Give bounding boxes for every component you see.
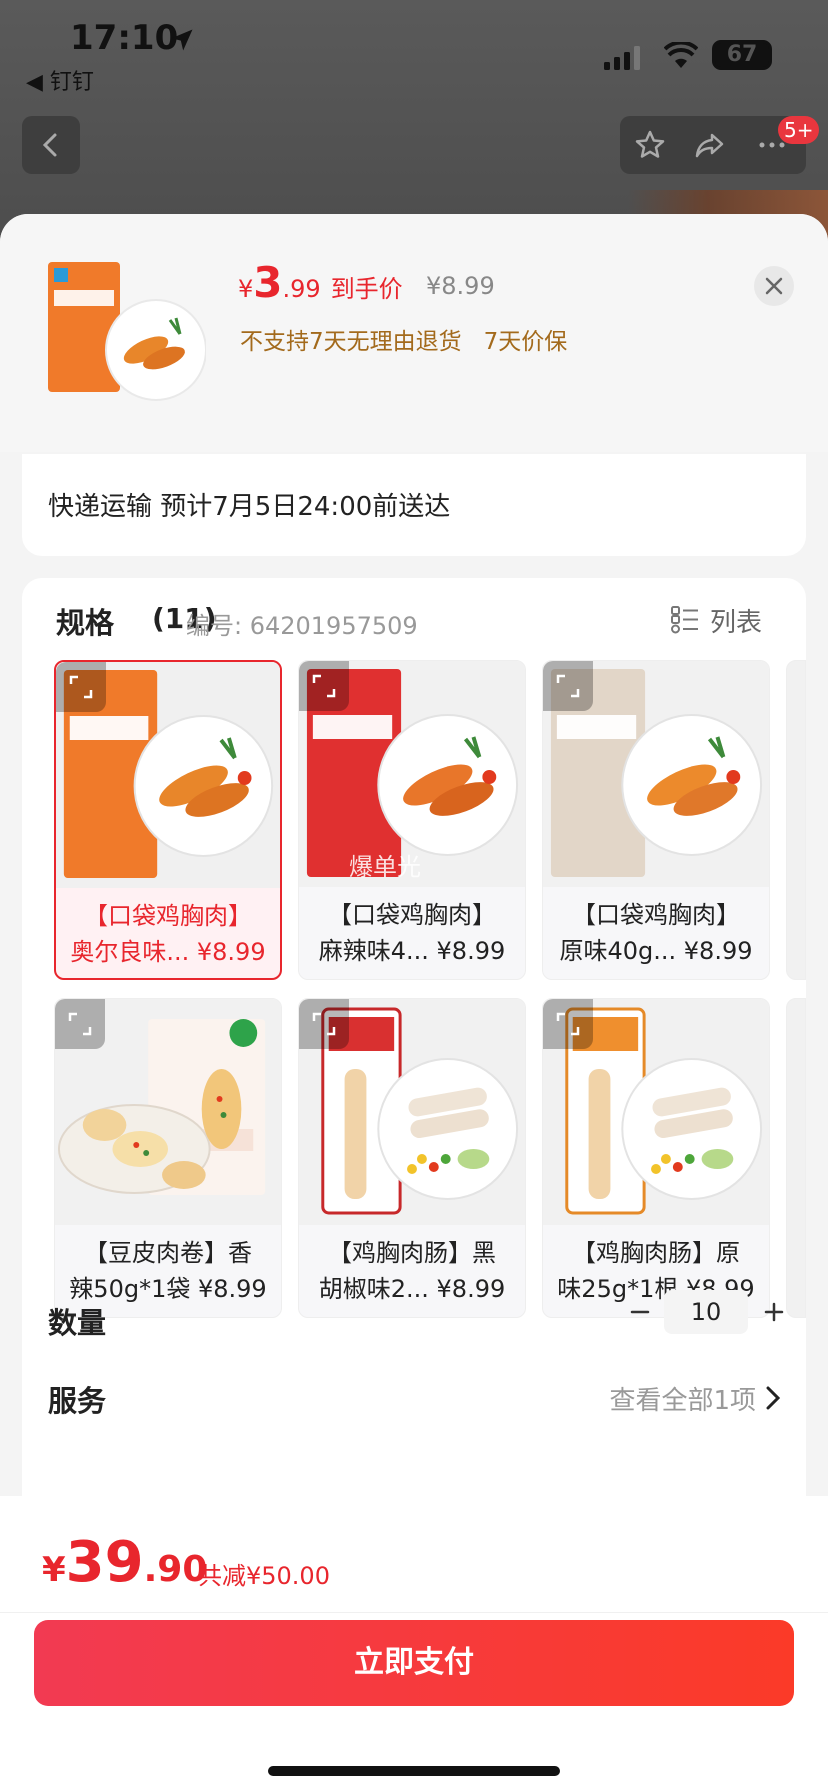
list-icon (671, 606, 698, 634)
status-bar: 17:10 ◀ 钉钉 67 (0, 0, 828, 100)
spec-title: 规格 (56, 606, 115, 640)
delivery-info-card: 快递运输 预计7月5日24:00前送达 (22, 454, 806, 556)
sku-label-line1: 【口袋鸡胸肉】 (328, 901, 496, 929)
product-header: ¥3.99 到手价 ¥8.99 不支持7天无理由退货 7天价保 (0, 214, 828, 452)
sku-label: 【口袋鸡胸肉】 原味40g... ¥8.99 (551, 897, 761, 969)
expand-image-button[interactable] (299, 661, 349, 711)
divider (0, 1612, 828, 1613)
price-integer: 3 (253, 258, 283, 307)
product-thumbnail (48, 262, 206, 401)
sku-label-line2: 胡椒味2... ¥8.99 (318, 1275, 506, 1303)
wifi-icon (664, 42, 698, 68)
chevron-left-icon (42, 133, 57, 157)
sku-label-line2: 麻辣味4... ¥8.99 (318, 937, 506, 965)
sku-option-2[interactable]: 【口袋鸡胸肉】 原味40g... ¥8.99 (542, 660, 770, 980)
total-price: ¥39.90 (42, 1530, 207, 1595)
status-time: 17:10 (70, 18, 179, 58)
expand-image-button[interactable] (543, 661, 593, 711)
expand-icon (556, 674, 580, 698)
sku-label-line2: 奥尔良味... ¥8.99 (70, 938, 266, 966)
location-arrow-icon (171, 29, 193, 51)
service-label: 服务 (48, 1384, 107, 1418)
original-price: ¥8.99 (426, 272, 495, 300)
sku-label: 【口袋鸡胸肉】 麻辣味4... ¥8.99 (307, 897, 517, 969)
close-icon (765, 277, 783, 295)
checkout-bar: ¥39.90 共减¥50.00 立即支付 (0, 1496, 828, 1792)
sku-option-3[interactable]: 【豆皮肉卷】香 辣50g*1袋 ¥8.99 (54, 998, 282, 1318)
battery-icon: 67 (712, 40, 772, 70)
price-decimal: .99 (282, 275, 321, 303)
price-line: ¥3.99 到手价 (238, 258, 403, 307)
expand-icon (312, 1012, 336, 1036)
discount-amount: 共减¥50.00 (198, 1562, 330, 1590)
back-to-app-link[interactable]: ◀ 钉钉 (26, 64, 94, 96)
expand-image-button[interactable] (55, 999, 105, 1049)
close-button[interactable] (754, 266, 794, 306)
list-view-label: 列表 (710, 608, 763, 638)
image-watermark: 爆单光 (349, 853, 421, 881)
quantity-decrease-button[interactable] (618, 1290, 662, 1334)
cellular-signal-icon (604, 46, 640, 70)
sku-label-line1: 【鸡胸肉肠】黑 (328, 1239, 496, 1267)
expand-image-button[interactable] (56, 662, 106, 712)
service-view-all-link[interactable]: 查看全部1项 (609, 1380, 756, 1417)
sku-option-partial[interactable] (786, 998, 806, 1318)
chevron-right-icon[interactable] (764, 1384, 782, 1412)
sku-label-line2: 原味40g... ¥8.99 (559, 937, 753, 965)
sku-label-line1: 【口袋鸡胸肉】 (572, 901, 740, 929)
total-integer: 39 (65, 1530, 144, 1595)
expand-icon (556, 1012, 580, 1036)
sku-label-line1: 【口袋鸡胸肉】 (84, 902, 252, 930)
quantity-input[interactable]: 10 (664, 1290, 748, 1334)
total-currency: ¥ (42, 1550, 66, 1590)
sku-option-0[interactable]: 【口袋鸡胸肉】 奥尔良味... ¥8.99 (54, 660, 282, 980)
sku-option-1[interactable]: 爆单光 【口袋鸡胸肉】 麻辣味4... ¥8.99 (298, 660, 526, 980)
sku-label: 【豆皮肉卷】香 辣50g*1袋 ¥8.99 (63, 1235, 273, 1307)
expand-icon (68, 1012, 92, 1036)
star-icon[interactable] (634, 129, 666, 161)
pay-now-button[interactable]: 立即支付 (34, 1620, 794, 1706)
quantity-increase-button[interactable] (752, 1290, 796, 1334)
sku-label: 【口袋鸡胸肉】 奥尔良味... ¥8.99 (64, 898, 272, 970)
sku-option-4[interactable]: 【鸡胸肉肠】黑 胡椒味2... ¥8.99 (298, 998, 526, 1318)
expand-image-button[interactable] (299, 999, 349, 1049)
sku-label-line1: 【豆皮肉卷】香 (84, 1239, 252, 1267)
price-currency: ¥ (238, 275, 254, 303)
expand-image-button[interactable] (543, 999, 593, 1049)
sku-option-5[interactable]: 【鸡胸肉肠】原 味25g*1根 ¥8.99 (542, 998, 770, 1318)
product-code: 编号: 64201957509 (186, 612, 418, 640)
notification-badge: 5+ (778, 116, 820, 144)
share-icon[interactable] (694, 129, 726, 161)
return-policy: 不支持7天无理由退货 7天价保 (240, 329, 568, 355)
sku-label: 【鸡胸肉肠】黑 胡椒味2... ¥8.99 (307, 1235, 517, 1307)
sku-option-partial[interactable] (786, 660, 806, 980)
expand-icon (69, 675, 93, 699)
price-tag: 到手价 (330, 275, 403, 303)
quantity-label: 数量 (48, 1306, 107, 1340)
back-button[interactable] (22, 116, 80, 174)
expand-icon (312, 674, 336, 698)
home-indicator[interactable] (268, 1766, 560, 1776)
delivery-estimate: 快递运输 预计7月5日24:00前送达 (48, 492, 451, 522)
sku-label-line1: 【鸡胸肉肠】原 (572, 1239, 740, 1267)
